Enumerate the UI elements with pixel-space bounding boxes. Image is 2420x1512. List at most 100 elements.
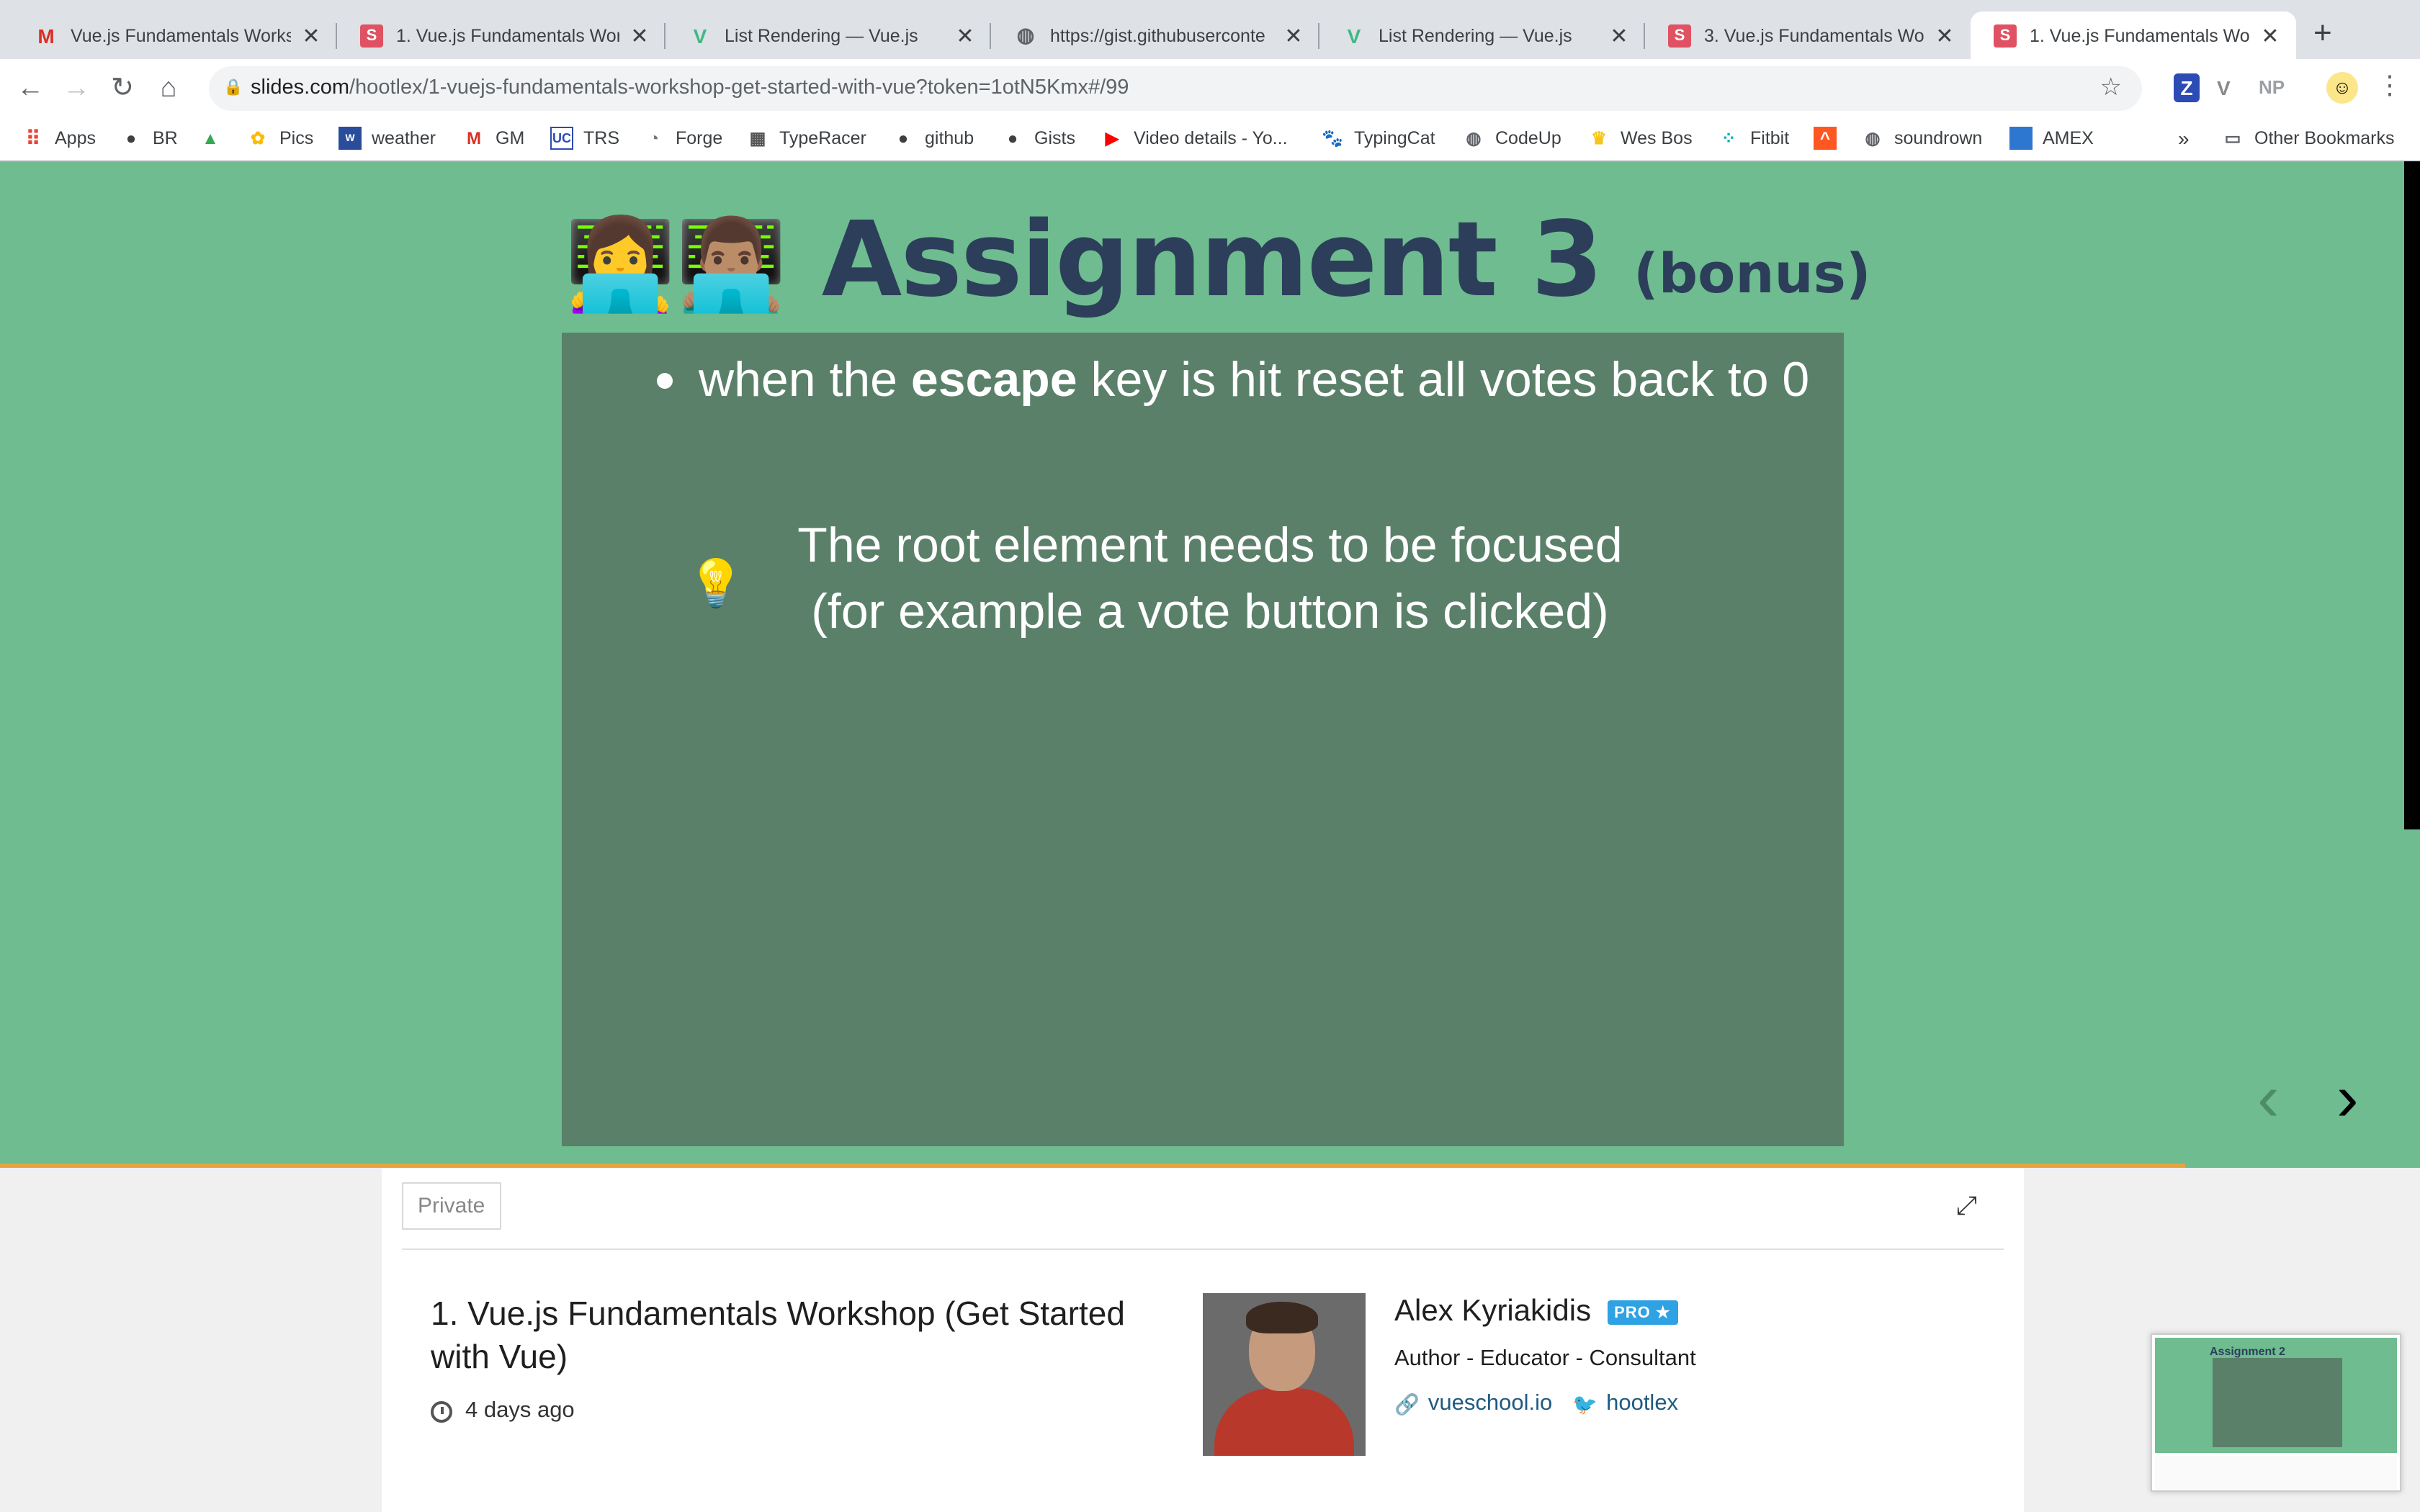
bookmark-apps[interactable]: ⠿ Apps [22,126,96,150]
bookmark-fire[interactable]: ^ [1814,127,1847,150]
tab-slides-1[interactable]: S 1. Vue.js Fundamentals Work ✕ [337,12,666,59]
browser-toolbar: ← → ↻ ⌂ 🔒 slides.com/hootlex/1-vuejs-fun… [0,59,2420,118]
tip-line-1: The root element needs to be focused [797,518,1623,573]
profile-avatar-icon[interactable]: ☺ [2326,72,2358,104]
author-name[interactable]: Alex Kyriakidis PRO ★ [1394,1295,1678,1329]
tab-preview-thumbnail[interactable]: Assignment 2 [2151,1333,2401,1492]
tab-vue-list-rendering[interactable]: V List Rendering — Vue.js ✕ [666,12,991,59]
drive-icon: ▲ [202,128,219,148]
author-avatar[interactable] [1203,1293,1366,1456]
tab-gmail-vue-workshop[interactable]: M Vue.js Fundamentals Worksh ✕ [12,12,337,59]
vue-icon: V [1347,24,1361,47]
slides-icon: S [1668,24,1691,47]
bookmark-typingcat[interactable]: 🐾 TypingCat [1321,127,1435,150]
vue-devtools-extension-icon[interactable]: V [2217,73,2231,102]
twitter-link[interactable]: 🐦 hootlex [1572,1391,1678,1417]
bookmark-gists[interactable]: ● Gists [1001,127,1075,150]
pro-badge: PRO ★ [1607,1300,1678,1324]
deck-updated: 4 days ago [431,1398,575,1424]
bookmark-fitbit[interactable]: ⁘ Fitbit [1717,127,1789,150]
tab-label: https://gist.githubuserconte [1050,25,1265,45]
bookmark-forge[interactable]: ◔ Forge [642,127,723,150]
gmail-icon: M [467,128,481,148]
bookmark-codeup[interactable]: ◍ CodeUp [1462,127,1561,150]
bookmark-typeracer[interactable]: ▦ TypeRacer [746,127,866,150]
slides-icon: S [360,24,383,47]
back-arrow-icon[interactable]: ← [12,71,49,108]
close-icon[interactable]: ✕ [2259,22,2282,48]
tab-strip: M Vue.js Fundamentals Worksh ✕ S 1. Vue.… [0,0,2420,59]
bookmark-pics[interactable]: ✿ Pics [246,127,313,150]
bookmark-amex[interactable]: AMEX [2009,127,2094,150]
folder-icon: ▭ [2224,128,2241,148]
amex-icon [2009,127,2033,150]
slide-heading: Assignment 3 [821,199,1603,320]
deck-title: 1. Vue.js Fundamentals Workshop (Get Sta… [431,1295,1125,1375]
globe-icon: ◍ [1466,128,1482,148]
tab-label: List Rendering — Vue.js [725,25,918,45]
bookmark-weather[interactable]: Wweather [339,127,436,150]
home-icon[interactable]: ⌂ [150,71,187,108]
photos-icon: ✿ [250,128,266,148]
visibility-badge: Private [402,1182,501,1230]
tab-label: 1. Vue.js Fundamentals Work [2030,25,2250,45]
bookmark-star-icon[interactable]: ☆ [2100,73,2123,102]
new-tab-plus-icon[interactable]: + [2313,17,2332,49]
next-slide-chevron-icon[interactable]: › [2336,1064,2359,1130]
close-icon[interactable]: ✕ [1282,22,1305,48]
slide-title: 👩‍💻👨🏽‍💻 Assignment 3 (bonus) [565,202,1871,317]
thumbnail-title: Assignment 2 [2210,1345,2285,1358]
scrollbar-thumb[interactable] [2404,161,2420,829]
close-icon[interactable]: ✕ [954,22,977,48]
previous-slide-chevron-icon[interactable]: ‹ [2257,1064,2280,1130]
fitbit-icon: ⁘ [1721,128,1736,148]
author-role: Author - Educator - Consultant [1394,1346,1696,1371]
other-bookmarks[interactable]: ▭ Other Bookmarks [2221,127,2395,150]
bookmark-gm[interactable]: M GM [462,127,524,150]
bookmark-trs[interactable]: UC TRS [550,127,619,150]
bookmark-wesbos[interactable]: ♛ Wes Bos [1587,127,1692,150]
close-icon[interactable]: ✕ [300,22,323,48]
close-icon[interactable]: ✕ [628,22,651,48]
bullet-dot [657,373,673,389]
lock-icon: 🔒 [223,79,243,96]
bookmarks-overflow-chevron-icon[interactable]: » [2178,127,2190,150]
author-links: 🔗 vueschool.io 🐦 hootlex [1394,1391,1698,1417]
tab-gist[interactable]: ◍ https://gist.githubuserconte ✕ [991,12,1319,59]
address-bar[interactable]: 🔒 slides.com/hootlex/1-vuejs-fundamental… [209,66,2142,111]
lightbulb-icon: 💡 [687,557,745,609]
github-icon: ● [1007,128,1018,148]
url-text[interactable]: slides.com/hootlex/1-vuejs-fundamentals-… [251,76,1129,99]
website-link[interactable]: 🔗 vueschool.io [1394,1391,1552,1417]
bookmark-br[interactable]: ● BR [120,127,178,150]
slides-icon: S [1994,24,2017,47]
tip-line-2: (for example a vote button is clicked) [811,585,1609,639]
bookmark-youtube[interactable]: ▶ Video details - Yo... [1101,127,1288,150]
bookmark-github[interactable]: ● github [892,127,974,150]
apps-grid-icon: ⠿ [25,126,41,149]
typeracer-icon: ▦ [749,128,766,148]
tab-label: 1. Vue.js Fundamentals Work [396,25,619,45]
github-icon: ● [897,128,909,148]
tab-slides-3[interactable]: S 3. Vue.js Fundamentals Work ✕ [1645,12,1971,59]
close-icon[interactable]: ✕ [1608,22,1631,48]
paw-icon: 🐾 [1322,128,1343,148]
technologists-emoji: 👩‍💻👨🏽‍💻 [565,216,787,315]
bookmark-drive[interactable]: ▲ [199,127,232,150]
deck-info-panel: Private ⤢ 1. Vue.js Fundamentals Worksho… [382,1168,2024,1512]
reload-icon[interactable]: ↻ [104,71,141,108]
fullscreen-icon[interactable]: ⤢ [1956,1191,1977,1221]
globe-icon: ◍ [1865,128,1881,148]
np-extension-icon[interactable]: NP [2259,73,2285,102]
close-icon[interactable]: ✕ [1933,22,1956,48]
tab-vue-list-rendering-2[interactable]: V List Rendering — Vue.js ✕ [1319,12,1645,59]
github-icon: ● [125,128,137,148]
forward-arrow-icon[interactable]: → [58,71,95,108]
slide-content-box: when the escape key is hit reset all vot… [562,333,1844,1146]
tab-slides-1-active[interactable]: S 1. Vue.js Fundamentals Work ✕ [1971,12,2296,59]
tab-label: 3. Vue.js Fundamentals Work [1704,25,1924,45]
kebab-menu-icon[interactable]: ⋮ [2377,71,2403,101]
slide-viewport: 👩‍💻👨🏽‍💻 Assignment 3 (bonus) when the es… [0,161,2420,1166]
bookmark-soundrown[interactable]: ◍ soundrown [1861,127,1983,150]
zotero-extension-icon[interactable]: Z [2174,73,2200,102]
